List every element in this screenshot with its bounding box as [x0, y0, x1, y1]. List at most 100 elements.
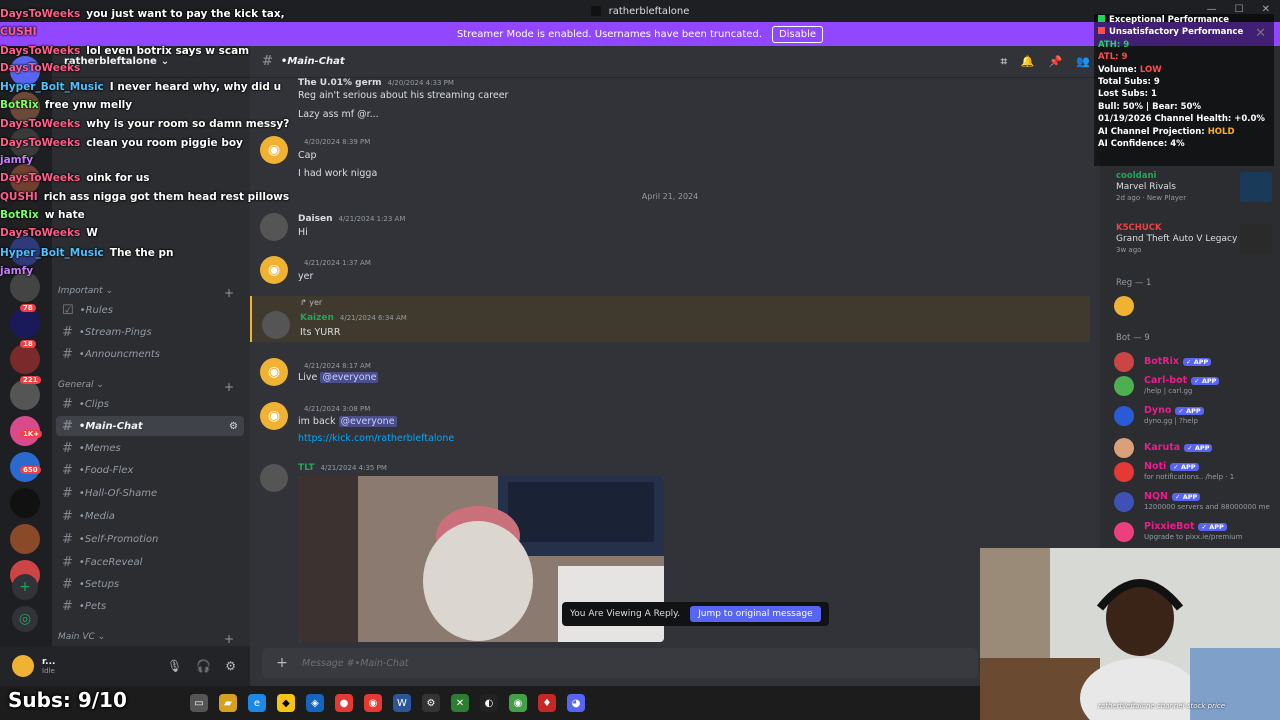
- attach-plus-icon[interactable]: +: [272, 655, 292, 671]
- threads-icon[interactable]: ⌗: [1001, 55, 1007, 69]
- member-bot-pixxiebot[interactable]: PixxieBot ✓ APP Upgrade to pixx.ie/premiu…: [1110, 520, 1278, 546]
- message[interactable]: ↱ yer Kaizen 4/21/2024 6:34 AM Its YURR: [250, 296, 1090, 342]
- message[interactable]: ◉ 4/21/2024 1:37 AM yer: [250, 254, 1090, 284]
- add-server-icon[interactable]: +: [12, 574, 38, 600]
- channel-hall-of-shame[interactable]: # • Hall-Of-Shame: [56, 483, 244, 503]
- pin-icon[interactable]: 📌: [1049, 55, 1063, 69]
- discord-avatar-icon[interactable]: ◉: [260, 358, 288, 386]
- bell-icon[interactable]: 🔔: [1021, 55, 1035, 69]
- channel-settings-icon[interactable]: ⚙: [229, 421, 238, 432]
- members-icon[interactable]: 👥: [1076, 55, 1090, 69]
- add-channel-icon[interactable]: +: [224, 632, 234, 646]
- discord-icon[interactable]: ◕: [567, 694, 585, 712]
- app-icon[interactable]: ◐: [480, 694, 498, 712]
- message[interactable]: The U.01% germ 4/20/2024 4:33 PM Reg ain'…: [250, 78, 1090, 124]
- member-item[interactable]: cooldani Marvel Rivals 2d ago · New Play…: [1110, 170, 1278, 202]
- avatar: [1114, 296, 1134, 316]
- server-icon[interactable]: [10, 380, 40, 410]
- message-author: 4/21/2024 3:08 PM: [298, 404, 370, 414]
- avatar[interactable]: [262, 311, 290, 339]
- headphones-icon[interactable]: 🎧: [196, 659, 211, 673]
- hash-icon: #: [62, 508, 73, 524]
- avatar[interactable]: [260, 213, 288, 241]
- home-icon[interactable]: [10, 56, 40, 86]
- add-channel-icon[interactable]: +: [224, 286, 234, 300]
- member-bot-karuta[interactable]: Karuta ✓ APP: [1110, 436, 1278, 462]
- app-icon[interactable]: ◆: [277, 694, 295, 712]
- word-icon[interactable]: W: [393, 694, 411, 712]
- taskview-icon[interactable]: ▭: [190, 694, 208, 712]
- channel-media[interactable]: # • Media: [56, 506, 244, 526]
- member-bot-noti[interactable]: Noti ✓ APP for notifications.. /help · 1: [1110, 460, 1278, 486]
- channel-clips[interactable]: # • Clips: [56, 394, 244, 414]
- disable-button[interactable]: Disable: [771, 25, 824, 43]
- app-icon[interactable]: ♦: [538, 694, 556, 712]
- channel-self-promotion[interactable]: # • Self-Promotion: [56, 529, 244, 549]
- server-icon[interactable]: [10, 488, 40, 518]
- chrome-icon[interactable]: ◉: [509, 694, 527, 712]
- server-icon[interactable]: [10, 524, 40, 554]
- channel-label: Memes: [84, 442, 121, 454]
- chrome-icon[interactable]: ◉: [364, 694, 382, 712]
- message[interactable]: ◉ 4/21/2024 3:08 PM im back @everyone ht…: [250, 400, 1090, 448]
- server-icon[interactable]: [10, 272, 40, 302]
- message-composer[interactable]: + Message #•Main-Chat: [262, 648, 978, 678]
- folder-icon[interactable]: ▰: [219, 694, 237, 712]
- channel-main-chat[interactable]: # • Main-Chat ⚙: [56, 416, 244, 436]
- app-icon[interactable]: ⚙: [422, 694, 440, 712]
- reply-preview[interactable]: ↱ yer: [300, 298, 322, 307]
- channel-announcments[interactable]: # • Announcments: [56, 344, 244, 364]
- server-icon[interactable]: [10, 344, 40, 374]
- member-name: Dyno ✓ APP: [1144, 405, 1204, 416]
- category-general[interactable]: General ⌄ +: [58, 380, 244, 394]
- member-activity-sub: 3w ago: [1116, 246, 1142, 254]
- member-name: Noti ✓ APP: [1144, 461, 1199, 472]
- member-item[interactable]: [1110, 294, 1278, 320]
- channel-sidebar: ratherbleftalone ⌄ Important ⌄ + ☑ • Rules …: [52, 46, 250, 686]
- message-input[interactable]: Message #•Main-Chat: [302, 658, 409, 669]
- server-icon[interactable]: [10, 308, 40, 338]
- member-bot-carl[interactable]: Carl-bot ✓ APP /help | carl.gg: [1110, 374, 1278, 400]
- channel-food-flex[interactable]: # • Food-Flex: [56, 460, 244, 480]
- app-icon[interactable]: ●: [335, 694, 353, 712]
- jump-to-original-button[interactable]: Jump to original message: [690, 606, 821, 622]
- avatar[interactable]: [260, 464, 288, 492]
- server-header[interactable]: ratherbleftalone ⌄: [52, 46, 250, 78]
- message[interactable]: ◉ 4/20/2024 8:39 PM Cap I had work nigga: [250, 134, 1090, 180]
- server-icon[interactable]: [10, 164, 40, 194]
- discord-avatar-icon[interactable]: ◉: [260, 256, 288, 284]
- channel-stream-pings[interactable]: # • Stream-Pings: [56, 322, 244, 342]
- gear-icon[interactable]: ⚙: [225, 659, 236, 673]
- edge-icon[interactable]: e: [248, 694, 266, 712]
- channel-setups[interactable]: # • Setups: [56, 574, 244, 594]
- discover-icon[interactable]: ◎: [12, 606, 38, 632]
- microphone-icon[interactable]: 🎙: [167, 659, 182, 673]
- discord-avatar-icon[interactable]: ◉: [260, 402, 288, 430]
- category-main-vc[interactable]: Main VC ⌄ +: [58, 632, 244, 646]
- member-bot-botrix[interactable]: BotRix ✓ APP: [1110, 350, 1278, 376]
- mention[interactable]: @everyone: [320, 372, 379, 383]
- channel-pets[interactable]: # • Pets: [56, 596, 244, 616]
- member-bot-dyno[interactable]: Dyno ✓ APP dyno.gg | ?help: [1110, 404, 1278, 430]
- category-important[interactable]: Important ⌄ +: [58, 286, 244, 300]
- server-icon[interactable]: [10, 236, 40, 266]
- avatar[interactable]: [12, 655, 34, 677]
- message[interactable]: ◉ 4/21/2024 8:17 AM Live @everyone: [250, 356, 1090, 390]
- message-link[interactable]: https://kick.com/ratherbleftalone: [298, 433, 454, 444]
- discord-avatar-icon[interactable]: ◉: [260, 136, 288, 164]
- channel-rules[interactable]: ☑ • Rules: [56, 300, 244, 320]
- webcam-picture: [980, 548, 1280, 720]
- server-icon[interactable]: [10, 92, 40, 122]
- server-icon[interactable]: [10, 128, 40, 158]
- server-icon[interactable]: [10, 200, 40, 230]
- channel-facereveal[interactable]: # • FaceReveal: [56, 552, 244, 572]
- message[interactable]: Daisen 4/21/2024 1:23 AM Hi: [250, 211, 1090, 241]
- channel-memes[interactable]: # • Memes: [56, 438, 244, 458]
- xbox-icon[interactable]: ✕: [451, 694, 469, 712]
- member-bot-nqn[interactable]: NQN ✓ APP 1200000 servers and 88000000 me: [1110, 490, 1278, 516]
- add-channel-icon[interactable]: +: [224, 380, 234, 394]
- category-label: Important: [58, 286, 103, 296]
- app-icon[interactable]: ◈: [306, 694, 324, 712]
- member-item[interactable]: K5CHUCK Grand Theft Auto V Legacy 3w ago: [1110, 222, 1278, 254]
- mention[interactable]: @everyone: [338, 416, 397, 427]
